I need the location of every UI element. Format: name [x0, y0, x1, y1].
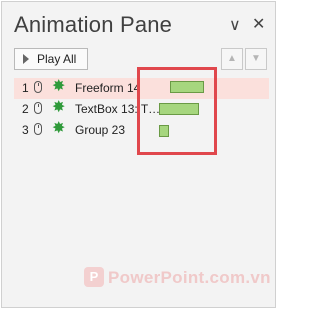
watermark-text: PowerPoint.com.vn	[108, 268, 271, 287]
animation-number: 1	[22, 81, 29, 95]
watermark-logo-icon: P	[84, 267, 104, 287]
close-icon[interactable]: ✕	[252, 17, 265, 33]
animation-number: 2	[22, 102, 29, 116]
mouse-click-icon	[34, 102, 42, 114]
animation-name: Group 23	[75, 123, 126, 137]
move-up-button[interactable]: ▲	[221, 48, 243, 70]
star-burst-icon: ✸	[52, 120, 66, 137]
play-all-label: Play All	[37, 52, 77, 66]
star-burst-icon: ✸	[52, 99, 66, 116]
pane-title: Animation Pane	[14, 12, 173, 37]
move-down-button[interactable]: ▼	[245, 48, 267, 70]
animation-number: 3	[22, 123, 29, 137]
star-burst-icon: ✸	[52, 78, 66, 95]
chevron-down-icon[interactable]: ∨	[229, 18, 241, 34]
play-icon	[23, 54, 29, 64]
highlight-box	[137, 67, 217, 155]
mouse-click-icon	[34, 81, 42, 93]
mouse-click-icon	[34, 123, 42, 135]
animation-name: Freeform 14	[75, 81, 141, 95]
play-all-button[interactable]: Play All	[14, 48, 88, 70]
